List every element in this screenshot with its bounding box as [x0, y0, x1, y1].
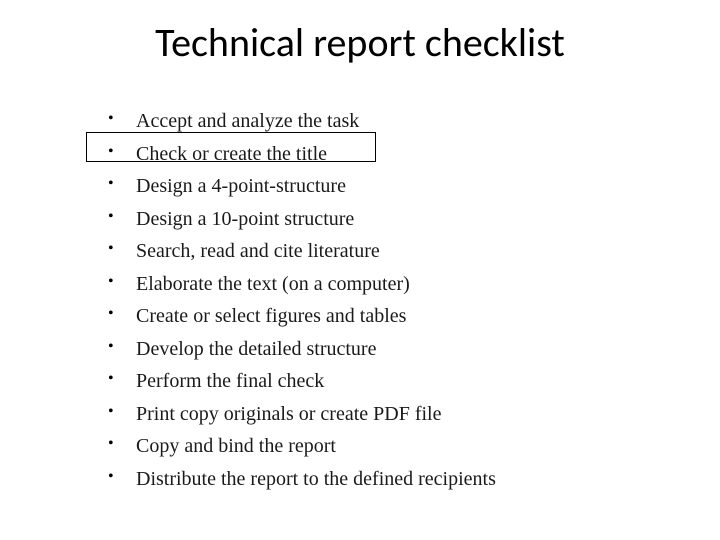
- item-text: Search, read and cite literature: [136, 238, 380, 265]
- bullet-icon: •: [96, 433, 136, 455]
- item-text: Check or create the title: [136, 141, 327, 168]
- item-text: Copy and bind the report: [136, 433, 336, 460]
- bullet-icon: •: [96, 108, 136, 130]
- bullet-icon: •: [96, 336, 136, 358]
- list-item: • Design a 4-point-structure: [96, 173, 660, 200]
- checklist: • Accept and analyze the task • Check or…: [96, 108, 660, 498]
- item-text: Develop the detailed structure: [136, 336, 376, 363]
- list-item: • Check or create the title: [96, 141, 660, 168]
- slide-title: Technical report checklist: [0, 18, 720, 67]
- list-item: • Copy and bind the report: [96, 433, 660, 460]
- bullet-icon: •: [96, 466, 136, 488]
- bullet-icon: •: [96, 206, 136, 228]
- bullet-icon: •: [96, 141, 136, 163]
- item-text: Print copy originals or create PDF file: [136, 401, 442, 428]
- bullet-icon: •: [96, 173, 136, 195]
- item-text: Elaborate the text (on a computer): [136, 271, 410, 298]
- list-item: • Distribute the report to the defined r…: [96, 466, 660, 493]
- list-item: • Search, read and cite literature: [96, 238, 660, 265]
- list-item: • Print copy originals or create PDF fil…: [96, 401, 660, 428]
- item-text: Create or select figures and tables: [136, 303, 406, 330]
- item-text: Perform the final check: [136, 368, 324, 395]
- bullet-icon: •: [96, 271, 136, 293]
- list-item: • Create or select figures and tables: [96, 303, 660, 330]
- bullet-icon: •: [96, 303, 136, 325]
- item-text: Accept and analyze the task: [136, 108, 359, 135]
- item-text: Distribute the report to the defined rec…: [136, 466, 496, 493]
- list-item: • Develop the detailed structure: [96, 336, 660, 363]
- list-item: • Design a 10-point structure: [96, 206, 660, 233]
- list-item: • Elaborate the text (on a computer): [96, 271, 660, 298]
- bullet-icon: •: [96, 238, 136, 260]
- bullet-icon: •: [96, 368, 136, 390]
- list-item: • Perform the final check: [96, 368, 660, 395]
- item-text: Design a 10-point structure: [136, 206, 354, 233]
- list-item: • Accept and analyze the task: [96, 108, 660, 135]
- bullet-icon: •: [96, 401, 136, 423]
- item-text: Design a 4-point-structure: [136, 173, 346, 200]
